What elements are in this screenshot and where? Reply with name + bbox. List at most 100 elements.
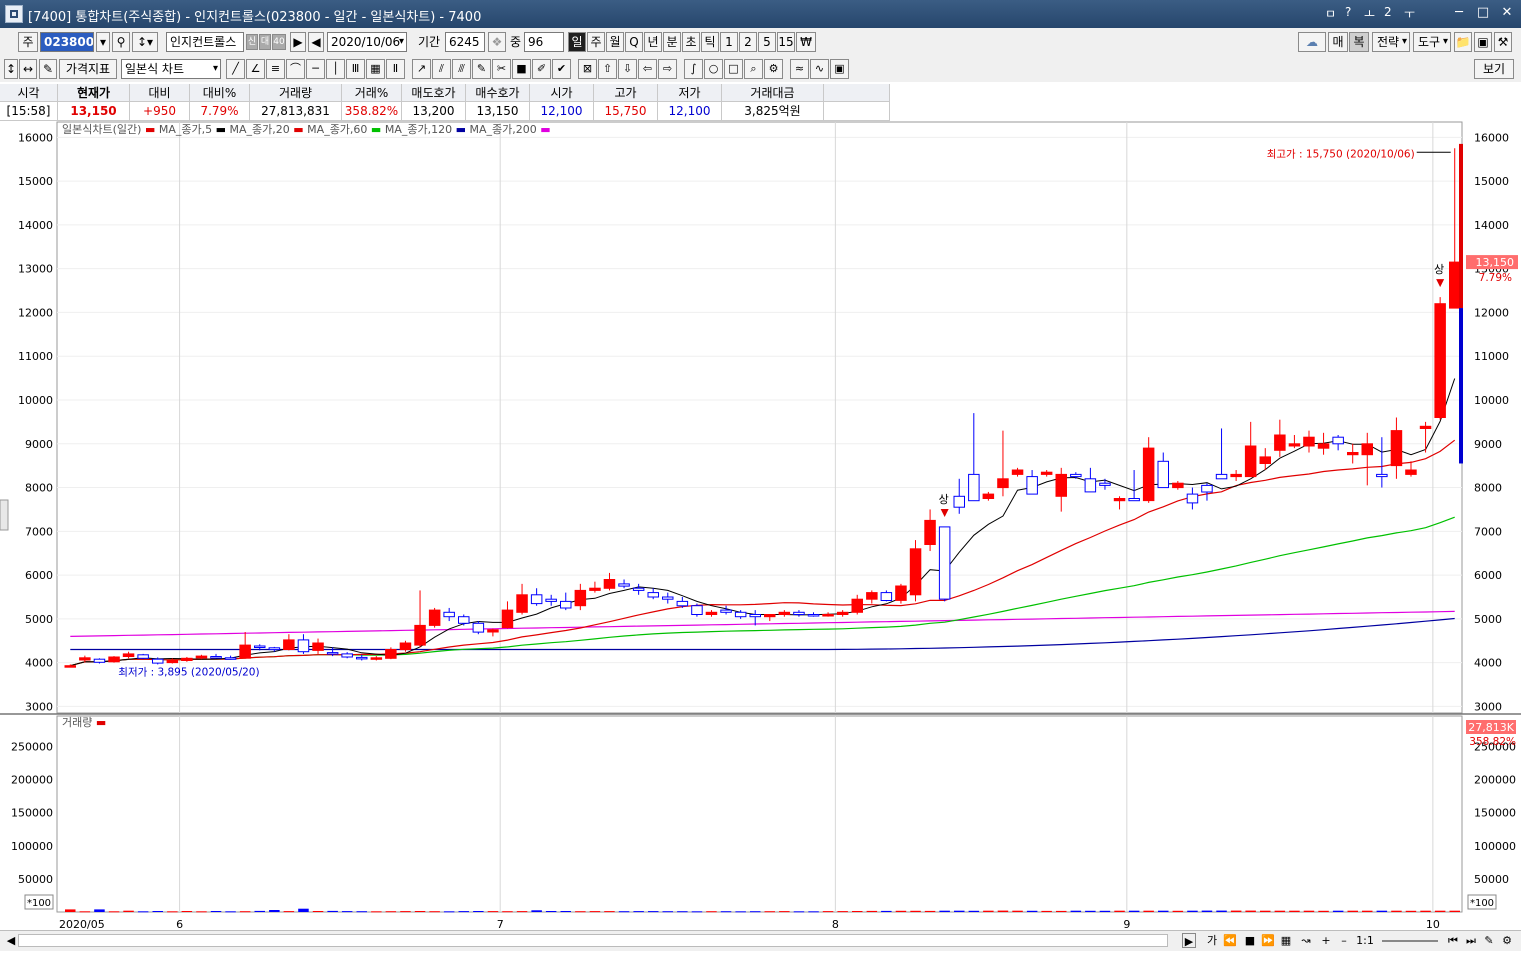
link-icon[interactable]: ❖: [488, 32, 506, 52]
drawing-tool-icon[interactable]: │: [326, 59, 345, 79]
y-tick-label-right: 6000: [1474, 569, 1502, 582]
next-arrow-icon[interactable]: ▶: [290, 32, 306, 52]
drawing-tool-icon[interactable]: ↗: [412, 59, 431, 79]
stock-code-input[interactable]: 023800: [40, 32, 94, 52]
interval-5-button[interactable]: 5: [758, 32, 776, 52]
prev-arrow-icon[interactable]: ◀: [308, 32, 324, 52]
cloud-icon[interactable]: ☁: [1298, 32, 1326, 52]
export-icon[interactable]: ✎: [1482, 933, 1496, 948]
font-button[interactable]: 가: [1204, 933, 1220, 948]
drawing-tool-icon[interactable]: ∠: [246, 59, 265, 79]
drawing-tool-icon[interactable]: ─: [306, 59, 325, 79]
drawing-tool-icon[interactable]: ⌒: [286, 59, 305, 79]
grid-icon[interactable]: ▦: [1278, 933, 1294, 948]
drawing-tool-icon[interactable]: ■: [512, 59, 531, 79]
period-day-button[interactable]: 일: [568, 32, 586, 52]
tag-loan: 대: [259, 34, 271, 50]
drawing-tool-icon[interactable]: Ⅲ: [346, 59, 365, 79]
drawing-tool-icon[interactable]: ▣: [830, 59, 849, 79]
drawing-tool-icon[interactable]: Ⅱ: [386, 59, 405, 79]
minimize-button[interactable]: ─: [1448, 4, 1470, 22]
drawing-tool-icon[interactable]: ⇨: [658, 59, 677, 79]
folder-icon[interactable]: 📁: [1454, 32, 1472, 52]
market-select[interactable]: 주: [18, 32, 38, 52]
screen-icon[interactable]: ㅁ: [1325, 5, 1336, 22]
minus-icon[interactable]: –: [1336, 933, 1352, 948]
restore-button[interactable]: 복: [1349, 32, 1369, 52]
last-page-icon[interactable]: ⏭: [1464, 933, 1478, 948]
horizontal-resize-icon[interactable]: ↔: [19, 59, 37, 79]
code-dropdown-icon[interactable]: ▾: [96, 32, 110, 52]
view-button[interactable]: 보기: [1474, 59, 1514, 79]
close-button[interactable]: ✕: [1496, 4, 1518, 22]
date-input[interactable]: 2020/10/06: [327, 32, 407, 52]
help-icon[interactable]: ?: [1345, 5, 1351, 19]
first-page-icon[interactable]: ⏮: [1446, 933, 1460, 948]
trend-icon[interactable]: ↝: [1298, 933, 1314, 948]
zoom-out-icon[interactable]: ⏪: [1222, 933, 1238, 948]
save-icon[interactable]: ▣: [1474, 32, 1492, 52]
currency-button[interactable]: ₩: [796, 32, 816, 52]
vertical-resize-icon[interactable]: ↕: [4, 59, 18, 79]
drawing-tool-icon[interactable]: ≈: [790, 59, 809, 79]
drawing-tool-icon[interactable]: ⚙: [764, 59, 783, 79]
plus-icon[interactable]: +: [1318, 933, 1334, 948]
drawing-tool-icon[interactable]: ⌕: [744, 59, 763, 79]
y-tick-label-left: 3000: [25, 700, 53, 713]
stop-icon[interactable]: ■: [1242, 933, 1258, 948]
quote-header: 대비%: [190, 84, 250, 102]
candle-body: [1259, 456, 1271, 464]
drawing-tool-icon[interactable]: ⇧: [598, 59, 617, 79]
tools-menu[interactable]: 도구: [1413, 32, 1451, 52]
interval-15-button[interactable]: 15: [777, 32, 795, 52]
drawing-tool-icon[interactable]: ▦: [366, 59, 385, 79]
number-icon[interactable]: ㅜ: [1404, 5, 1415, 22]
scroll-track[interactable]: [18, 934, 1168, 947]
buy-sell-button[interactable]: 매: [1328, 32, 1348, 52]
period-quarter-button[interactable]: Q: [625, 32, 643, 52]
drawing-tool-icon[interactable]: ✐: [532, 59, 551, 79]
drawing-tool-icon[interactable]: ≡: [266, 59, 285, 79]
sort-icon[interactable]: ↕▾: [132, 32, 158, 52]
interval-1-button[interactable]: 1: [720, 32, 738, 52]
period-input[interactable]: 6245: [445, 32, 485, 52]
drawing-tool-icon[interactable]: ✔: [552, 59, 571, 79]
drawing-tool-icon[interactable]: ○: [704, 59, 723, 79]
strategy-menu[interactable]: 전략: [1372, 32, 1410, 52]
drawing-tool-icon[interactable]: ⇦: [638, 59, 657, 79]
zoom-in-icon[interactable]: ⏩: [1260, 933, 1276, 948]
maximize-button[interactable]: □: [1472, 4, 1494, 22]
pin-icon[interactable]: ㅗ: [1364, 5, 1375, 22]
edit-icon[interactable]: ✎: [39, 59, 57, 79]
drawing-tool-icon[interactable]: □: [724, 59, 743, 79]
volume-bar: [123, 910, 134, 912]
drawing-tool-icon[interactable]: ∫: [684, 59, 703, 79]
drawing-tool-icon[interactable]: ⫽: [432, 59, 451, 79]
period-year-button[interactable]: 년: [644, 32, 662, 52]
interval-2-button[interactable]: 2: [739, 32, 757, 52]
drawing-tool-icon[interactable]: ✎: [472, 59, 491, 79]
indicator-button[interactable]: 가격지표: [59, 59, 117, 79]
settings-icon[interactable]: ⚙: [1500, 933, 1514, 948]
scroll-right-icon[interactable]: ▶: [1182, 933, 1196, 948]
drawing-tool-icon[interactable]: ⊠: [578, 59, 597, 79]
drawing-tool-icon[interactable]: ⫻: [452, 59, 471, 79]
period-week-button[interactable]: 주: [587, 32, 605, 52]
drawing-tool-icon[interactable]: ╱: [226, 59, 245, 79]
price-chart[interactable]: 3000 3000 4000 4000 5000 5000 6000 6000 7000 7000…: [0, 120, 1521, 930]
drawing-tool-icon[interactable]: ∿: [810, 59, 829, 79]
drawing-tool-icon[interactable]: ✂: [492, 59, 511, 79]
chart-type-select[interactable]: 일본식 차트: [121, 59, 221, 79]
drawing-tool-icon[interactable]: ⇩: [618, 59, 637, 79]
count-input[interactable]: 96: [524, 32, 564, 52]
dock-icon[interactable]: 2: [1384, 5, 1392, 19]
period-minute-button[interactable]: 분: [663, 32, 681, 52]
scale-slider[interactable]: [1382, 940, 1438, 942]
period-tick-button[interactable]: 틱: [701, 32, 719, 52]
wrench-icon[interactable]: ⚒: [1494, 32, 1512, 52]
search-icon[interactable]: ⚲: [112, 32, 130, 52]
period-second-button[interactable]: 초: [682, 32, 700, 52]
period-month-button[interactable]: 월: [606, 32, 624, 52]
y-tick-label-left: 8000: [25, 482, 53, 495]
scroll-left-icon[interactable]: ◀: [4, 933, 18, 948]
